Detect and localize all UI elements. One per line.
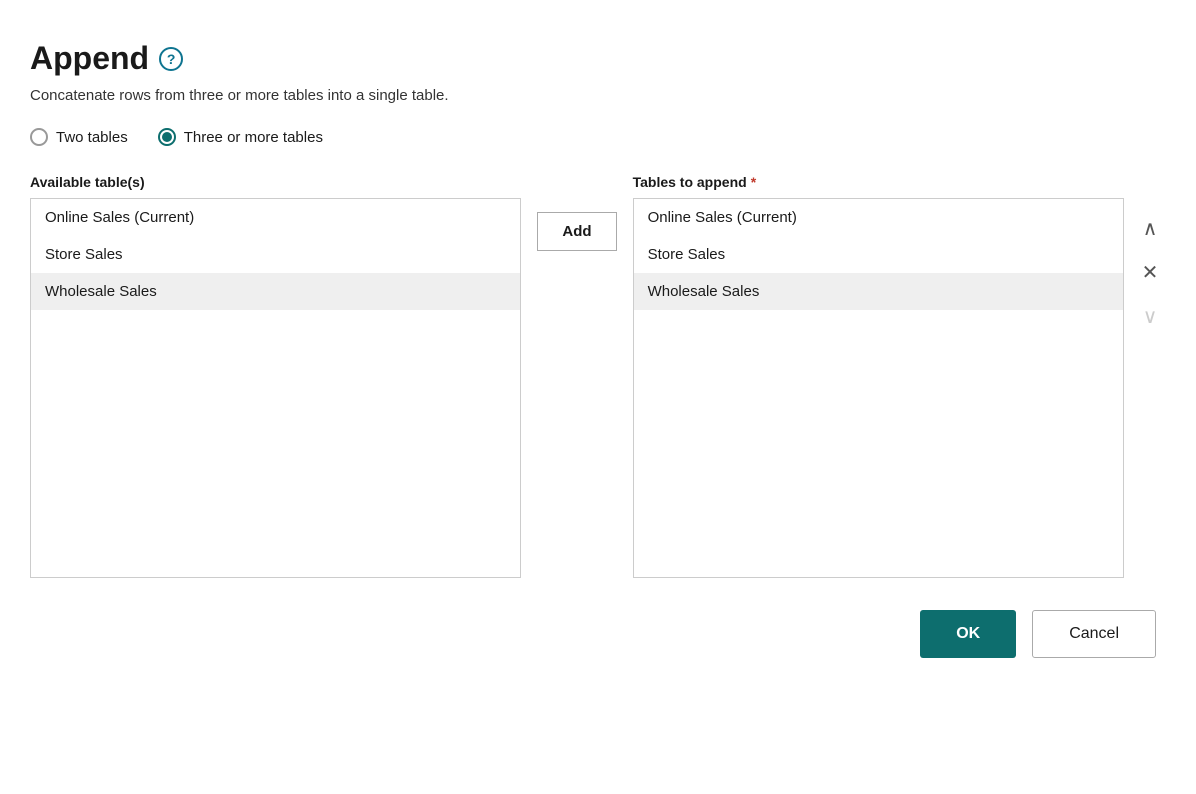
title-row: Append ? <box>30 40 1166 77</box>
right-controls: ∧ ✕ ∨ <box>1124 174 1166 332</box>
add-section: Add <box>521 212 632 251</box>
subtitle: Concatenate rows from three or more tabl… <box>30 87 1166 104</box>
radio-circle-two <box>30 128 48 146</box>
append-tables-label: Tables to append* <box>633 174 1124 190</box>
delete-button[interactable]: ✕ <box>1134 256 1166 288</box>
append-tables-list[interactable]: Online Sales (Current) Store Sales Whole… <box>633 198 1124 578</box>
available-tables-label: Available table(s) <box>30 174 521 190</box>
radio-label-two: Two tables <box>56 129 128 146</box>
chevron-up-icon: ∧ <box>1143 216 1158 241</box>
footer: OK Cancel <box>30 610 1166 658</box>
add-button[interactable]: Add <box>537 212 616 251</box>
radio-circle-three <box>158 128 176 146</box>
available-tables-list[interactable]: Online Sales (Current) Store Sales Whole… <box>30 198 521 578</box>
tables-section: Available table(s) Online Sales (Current… <box>30 174 1166 578</box>
radio-three-tables[interactable]: Three or more tables <box>158 128 323 146</box>
append-tables-panel: Tables to append* Online Sales (Current)… <box>633 174 1124 578</box>
available-tables-panel: Available table(s) Online Sales (Current… <box>30 174 521 578</box>
radio-label-three: Three or more tables <box>184 129 323 146</box>
list-item[interactable]: Store Sales <box>634 236 1123 273</box>
chevron-down-icon: ∨ <box>1143 304 1158 329</box>
radio-two-tables[interactable]: Two tables <box>30 128 128 146</box>
required-star: * <box>751 174 756 190</box>
list-item[interactable]: Online Sales (Current) <box>634 199 1123 236</box>
list-item[interactable]: Wholesale Sales <box>634 273 1123 310</box>
close-icon: ✕ <box>1142 260 1159 285</box>
move-up-button[interactable]: ∧ <box>1134 212 1166 244</box>
move-down-button[interactable]: ∨ <box>1134 300 1166 332</box>
ok-button[interactable]: OK <box>920 610 1016 658</box>
cancel-button[interactable]: Cancel <box>1032 610 1156 658</box>
radio-group: Two tables Three or more tables <box>30 128 1166 146</box>
list-item[interactable]: Store Sales <box>31 236 520 273</box>
help-icon[interactable]: ? <box>159 47 183 71</box>
page-title: Append <box>30 40 149 77</box>
append-dialog: Append ? Concatenate rows from three or … <box>0 0 1196 794</box>
list-item[interactable]: Wholesale Sales <box>31 273 520 310</box>
list-item[interactable]: Online Sales (Current) <box>31 199 520 236</box>
